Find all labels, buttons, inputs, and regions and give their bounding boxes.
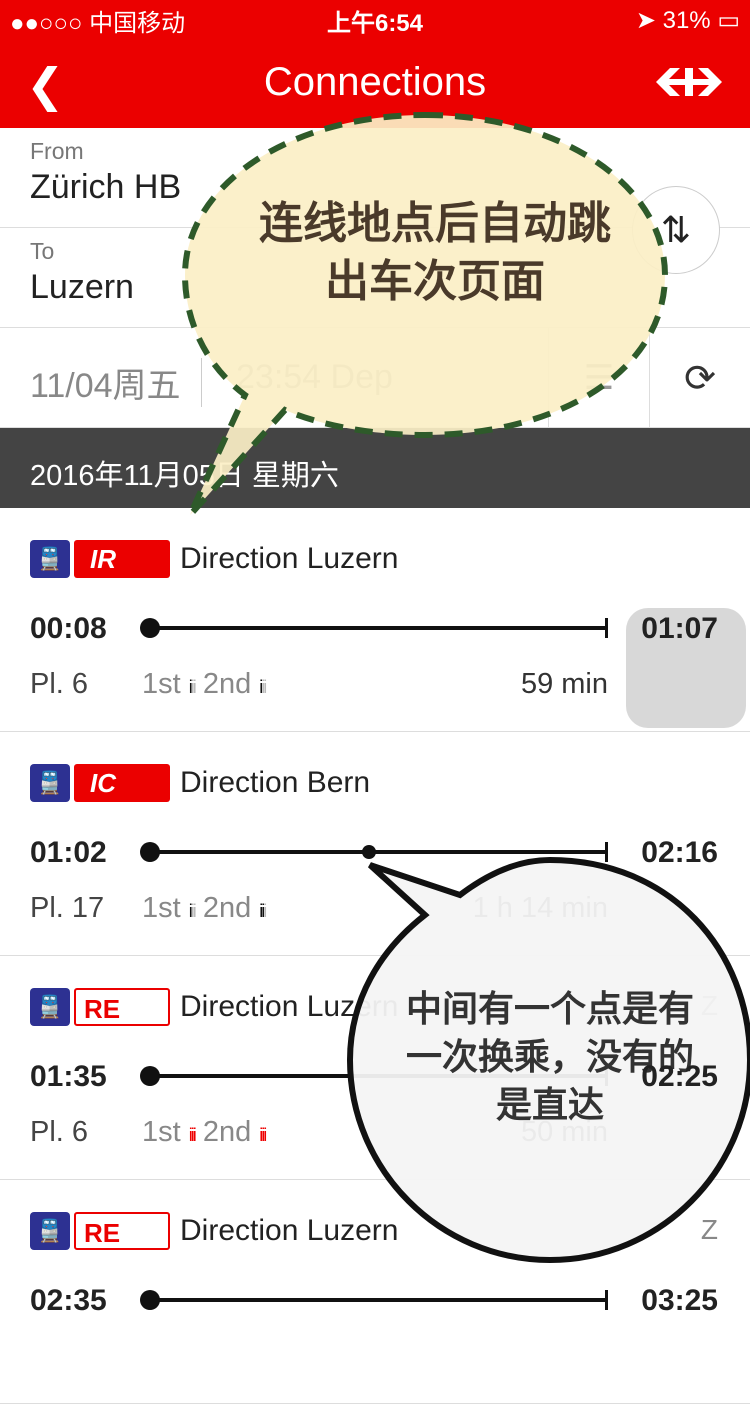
train-icon: 🚆 xyxy=(30,1212,70,1250)
direction: Direction Bern xyxy=(180,766,371,799)
journey-line xyxy=(140,618,608,638)
occupancy-high-icon: iii xyxy=(259,1125,267,1145)
connection-row[interactable]: 🚆 IC Direction Bern 01:02 02:16 Pl. 17 1… xyxy=(0,732,750,956)
direction: Direction Luzern xyxy=(180,1214,399,1247)
transfer-dot xyxy=(362,845,376,859)
train-icon: 🚆 xyxy=(30,540,70,578)
departure-time: 01:35 xyxy=(30,1060,107,1093)
nav-header: ❮ Connections xyxy=(0,40,750,128)
arrival-time: 01:07 xyxy=(641,612,718,645)
sbb-logo-icon xyxy=(656,68,722,96)
page-title: Connections xyxy=(263,60,487,104)
platform: Pl. 6 xyxy=(30,668,89,700)
swap-icon: ⇅ xyxy=(660,209,692,250)
sliders-icon: ☰ xyxy=(583,359,615,397)
status-bar: ●●○○○ 中国移动 上午6:54 ➤ 31% ▭ xyxy=(0,0,750,40)
duration: 59 min xyxy=(520,668,608,700)
departure-time: 02:35 xyxy=(30,1284,107,1317)
direction: Direction Luzern xyxy=(180,542,399,575)
occupancy-low-icon: iii xyxy=(259,677,267,697)
platform: Pl. 6 xyxy=(30,1116,89,1148)
arrival-time: 03:25 xyxy=(641,1284,718,1317)
duration: 1 h 14 min xyxy=(472,892,608,924)
start-dot xyxy=(140,842,160,862)
occupancy: 1st iii 2nd iii xyxy=(142,892,267,925)
date-section-header: 2016年11月05日 星期六 xyxy=(0,428,750,508)
occupancy-low-icon: iii xyxy=(188,901,197,921)
swap-stations-button[interactable]: ⇅ xyxy=(632,186,720,274)
refresh-button[interactable]: ⟳ xyxy=(650,328,750,428)
category-badge: RE xyxy=(74,988,170,1026)
annotation-text-1: 连线地点后自动跳出车次页面 xyxy=(259,199,611,306)
occupancy: 1st iii 2nd iii xyxy=(142,668,267,701)
direction: Direction Luzern xyxy=(180,990,399,1023)
category-badge: IR xyxy=(74,540,170,578)
departure-time: 00:08 xyxy=(30,612,107,645)
first-class: 1st xyxy=(142,1116,181,1148)
start-dot xyxy=(140,1290,160,1310)
second-class: 2nd xyxy=(202,1116,252,1148)
date-picker[interactable]: 11/04周五 xyxy=(30,358,202,407)
end-tick xyxy=(605,618,608,638)
refresh-icon: ⟳ xyxy=(684,357,716,400)
time-picker[interactable]: 23:54 Dep xyxy=(236,358,393,397)
annotation-text-2: 中间有一个点是有一次换乘，没有的是直达 xyxy=(405,988,694,1125)
note-flag: Z xyxy=(700,1214,718,1245)
arrival-time: 02:16 xyxy=(641,836,718,869)
from-label: From xyxy=(30,138,84,164)
start-dot xyxy=(140,1066,160,1086)
departure-time: 01:02 xyxy=(30,836,107,869)
datetime-row: 11/04周五 23:54 Dep ☰ ⟳ xyxy=(0,328,750,428)
first-class: 1st xyxy=(142,668,181,700)
end-tick xyxy=(605,842,608,862)
platform: Pl. 17 xyxy=(30,892,105,924)
end-tick xyxy=(605,1290,608,1310)
start-dot xyxy=(140,618,160,638)
journey-line xyxy=(140,842,608,862)
train-icon: 🚆 xyxy=(30,764,70,802)
to-label: To xyxy=(30,238,55,264)
clock: 上午6:54 xyxy=(326,9,424,37)
connection-row[interactable]: 🚆 RE Direction Luzern Z 02:35 03:25 xyxy=(0,1180,750,1404)
arrival-time: 02:25 xyxy=(641,1060,718,1093)
journey-line xyxy=(140,1290,608,1310)
train-icon: 🚆 xyxy=(30,988,70,1026)
occupancy: 1st iii 2nd iii xyxy=(142,1116,267,1149)
from-value: Zürich HB xyxy=(30,168,182,206)
to-value: Luzern xyxy=(30,268,134,306)
filter-button[interactable]: ☰ xyxy=(548,328,650,428)
category-badge: RE xyxy=(74,1212,170,1250)
occupancy-high-icon: iii xyxy=(188,1125,197,1145)
first-class: 1st xyxy=(142,892,181,924)
occupancy-low-icon: iii xyxy=(188,677,197,697)
second-class: 2nd xyxy=(202,668,252,700)
category-badge: IC xyxy=(74,764,170,802)
occupancy-medium-icon: iii xyxy=(259,901,267,921)
second-class: 2nd xyxy=(202,892,252,924)
